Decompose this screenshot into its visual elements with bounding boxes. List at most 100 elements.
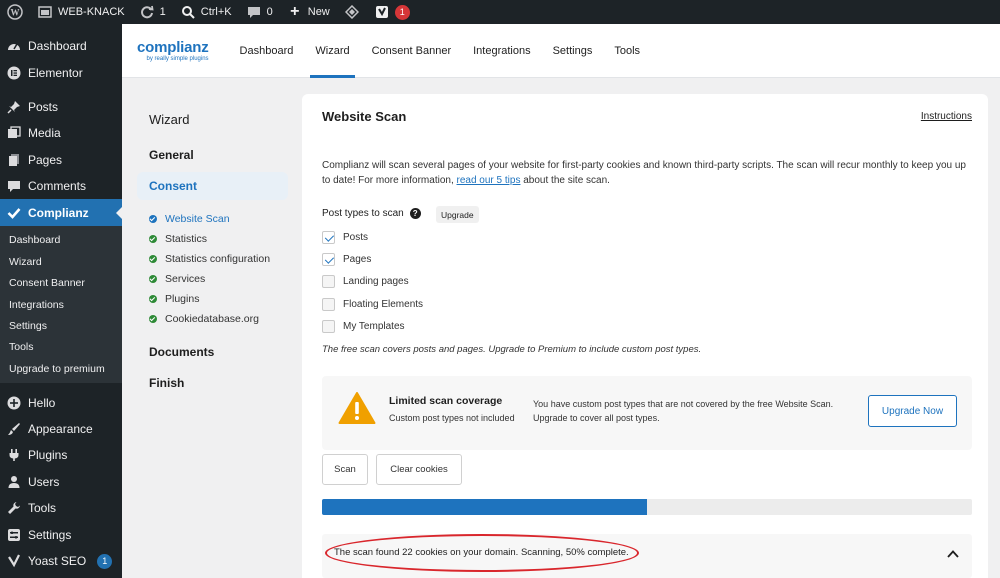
wizard-step-documents[interactable]: Documents: [149, 345, 214, 359]
diamond-icon: [344, 4, 360, 20]
wizard-step-general[interactable]: General: [149, 148, 194, 162]
scan-result-row[interactable]: The scan found 22 cookies on your domain…: [322, 534, 972, 578]
check-circle-icon: [149, 215, 157, 223]
complianz-header: complianz by really simple plugins Dashb…: [122, 24, 1000, 78]
wizard-step-finish[interactable]: Finish: [149, 376, 184, 390]
pin-icon: [7, 100, 21, 114]
scan-button[interactable]: Scan: [322, 454, 368, 485]
yoast-icon: [7, 554, 21, 568]
instructions-link[interactable]: Instructions: [921, 111, 972, 122]
wizard-title: Wizard: [149, 112, 190, 127]
submenu-upgrade-to-premium[interactable]: Upgrade to premium: [0, 358, 122, 379]
wizard-substep-cookiedatabase[interactable]: Cookiedatabase.org: [149, 313, 259, 325]
scan-progress-bar: [322, 499, 972, 515]
settings-icon: [7, 528, 21, 542]
tab-tools[interactable]: Tools: [603, 24, 651, 78]
updates-count: 1: [159, 6, 166, 18]
search-shortcut-button[interactable]: Ctrl+K: [173, 0, 239, 24]
menu-item-settings[interactable]: Settings: [0, 521, 122, 547]
substep-label: Website Scan: [165, 213, 230, 225]
tab-integrations[interactable]: Integrations: [462, 24, 541, 78]
checkbox-label: Landing pages: [343, 276, 409, 287]
submenu-wizard[interactable]: Wizard: [0, 251, 122, 272]
svg-text:W: W: [11, 8, 20, 18]
yoast-adminbar-button[interactable]: 1: [367, 0, 417, 24]
notice-title: Limited scan coverage: [389, 395, 503, 407]
menu-item-dashboard[interactable]: Dashboard: [0, 33, 122, 59]
read-tips-link[interactable]: read our 5 tips: [457, 175, 521, 186]
wizard-substep-statistics[interactable]: Statistics: [149, 233, 207, 245]
clear-cookies-button[interactable]: Clear cookies: [376, 454, 462, 485]
limited-coverage-notice: Limited scan coverage Custom post types …: [322, 376, 972, 450]
submenu-tools[interactable]: Tools: [0, 337, 122, 358]
tab-wizard[interactable]: Wizard: [304, 24, 360, 78]
post-types-label-text: Post types to scan: [322, 208, 404, 219]
landing-pages-checkbox[interactable]: [322, 275, 335, 288]
submenu-dashboard[interactable]: Dashboard: [0, 230, 122, 251]
menu-item-media[interactable]: Media: [0, 120, 122, 146]
menu-item-label: Appearance: [28, 422, 93, 437]
wizard-substep-website-scan[interactable]: Website Scan: [149, 213, 230, 225]
tab-consent-banner[interactable]: Consent Banner: [361, 24, 463, 78]
checkbox-label: Floating Elements: [343, 299, 424, 310]
scan-intro-text: Complianz will scan several pages of you…: [322, 158, 972, 188]
updates-link[interactable]: 1: [132, 0, 173, 24]
menu-item-pages[interactable]: Pages: [0, 147, 122, 173]
tab-dashboard[interactable]: Dashboard: [229, 24, 305, 78]
check-icon: [7, 206, 21, 220]
menu-item-comments[interactable]: Comments: [0, 173, 122, 199]
upgrade-now-button[interactable]: Upgrade Now: [868, 395, 957, 427]
my-templates-checkbox[interactable]: [322, 320, 335, 333]
posts-checkbox[interactable]: [322, 231, 335, 244]
new-content-button[interactable]: + New: [280, 0, 337, 24]
menu-item-posts[interactable]: Posts: [0, 94, 122, 120]
menu-item-plugins[interactable]: Plugins: [0, 442, 122, 468]
comment-bubble-icon: [246, 4, 262, 20]
scan-result-text: The scan found 22 cookies on your domain…: [334, 547, 629, 558]
menu-item-label: Elementor: [28, 65, 83, 80]
checkbox-label: Posts: [343, 232, 369, 243]
wordpress-logo-button[interactable]: W: [0, 0, 30, 24]
menu-item-hello[interactable]: Hello: [0, 389, 122, 415]
chevron-up-icon[interactable]: [946, 547, 960, 561]
submenu-integrations[interactable]: Integrations: [0, 294, 122, 315]
menu-item-label: Yoast SEO: [28, 554, 87, 568]
comments-link[interactable]: 0: [239, 0, 280, 24]
upgrade-pill[interactable]: Upgrade: [436, 206, 479, 223]
diamond-plugin-button[interactable]: [337, 0, 367, 24]
floating-elements-checkbox[interactable]: [322, 298, 335, 311]
wizard-substep-plugins[interactable]: Plugins: [149, 293, 199, 305]
menu-item-complianz[interactable]: Complianz: [0, 199, 122, 226]
check-circle-icon: [149, 295, 157, 303]
pages-checkbox[interactable]: [322, 253, 335, 266]
post-type-option-landing-pages[interactable]: Landing pages: [322, 275, 409, 288]
wizard-substep-statistics-configuration[interactable]: Statistics configuration: [149, 253, 270, 265]
tab-settings[interactable]: Settings: [542, 24, 604, 78]
help-question-icon[interactable]: ?: [409, 208, 421, 219]
home-icon: [37, 4, 53, 20]
post-type-option-pages[interactable]: Pages: [322, 253, 371, 266]
check-circle-icon: [149, 315, 157, 323]
menu-item-appearance[interactable]: Appearance: [0, 416, 122, 442]
post-type-option-posts[interactable]: Posts: [322, 231, 368, 244]
yoast-icon: [374, 4, 390, 20]
media-icon: [7, 126, 21, 140]
menu-item-yoast-seo[interactable]: Yoast SEO 1: [0, 548, 122, 574]
site-name-link[interactable]: WEB-KNACK: [30, 0, 132, 24]
wizard-step-consent[interactable]: Consent: [137, 172, 288, 200]
menu-item-label: Tools: [28, 501, 57, 516]
menu-item-elementor[interactable]: Elementor: [0, 59, 122, 85]
post-type-option-my-templates[interactable]: My Templates: [322, 320, 405, 333]
menu-item-users[interactable]: Users: [0, 469, 122, 495]
submenu-settings[interactable]: Settings: [0, 315, 122, 336]
wizard-substep-services[interactable]: Services: [149, 273, 205, 285]
plug-icon: [7, 448, 21, 462]
plus-icon: [7, 396, 21, 410]
menu-item-label: Posts: [28, 99, 59, 114]
brush-icon: [7, 422, 21, 436]
menu-item-label: Media: [28, 126, 61, 141]
submenu-consent-banner[interactable]: Consent Banner: [0, 273, 122, 294]
site-name-label: WEB-KNACK: [58, 6, 125, 18]
post-type-option-floating-elements[interactable]: Floating Elements: [322, 298, 423, 311]
menu-item-tools[interactable]: Tools: [0, 495, 122, 521]
